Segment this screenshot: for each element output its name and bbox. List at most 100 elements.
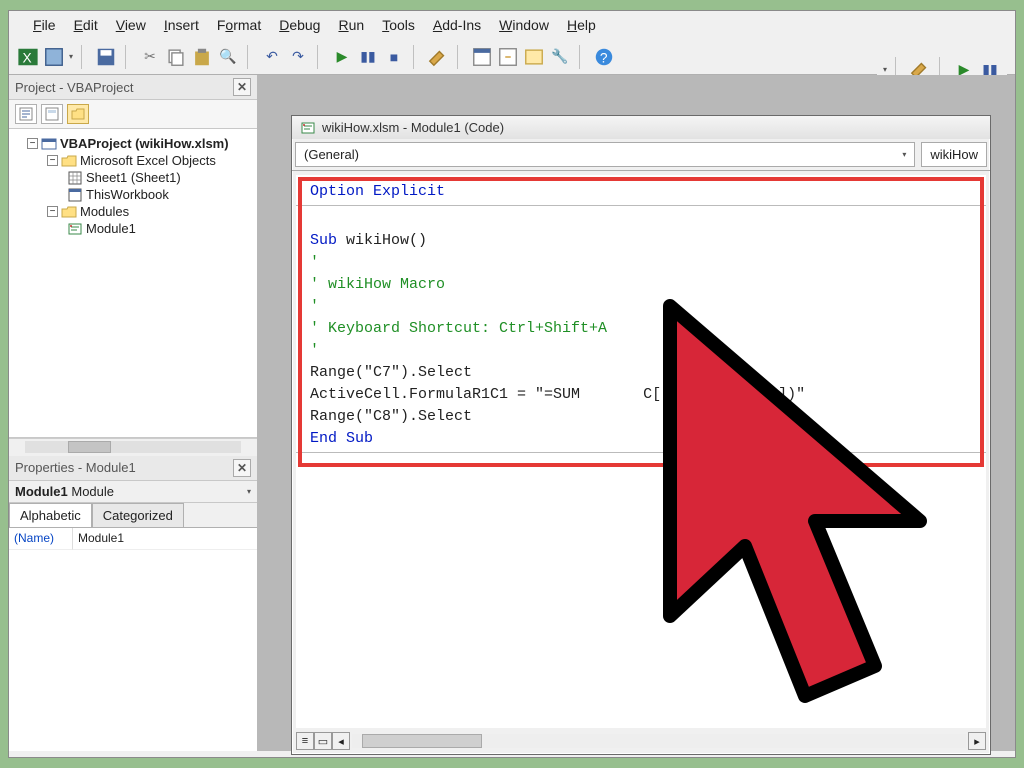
close-icon[interactable]: ✕ [233,459,251,477]
properties-window-icon[interactable] [497,46,519,68]
object-browser-icon[interactable] [523,46,545,68]
property-value[interactable]: Module1 [73,528,257,550]
tree-excel-objects-label: Microsoft Excel Objects [80,153,216,168]
project-panel-label: Project - VBAProject [15,80,134,95]
svg-text:?: ? [600,50,608,65]
vba-editor-window: File Edit View Insert Format Debug Run T… [8,10,1016,758]
menu-insert[interactable]: Insert [164,17,199,33]
paste-icon[interactable] [191,46,213,68]
copy-icon[interactable] [165,46,187,68]
tree-excel-objects[interactable]: − Microsoft Excel Objects [13,152,253,169]
menu-addins[interactable]: Add-Ins [433,17,481,33]
code-window-titlebar[interactable]: wikiHow.xlsm - Module1 (Code) [292,116,990,139]
view-code-icon[interactable] [15,104,37,124]
collapse-icon[interactable]: − [27,138,38,149]
menu-window[interactable]: Window [499,17,549,33]
dropdown-arrow-icon: ▾ [902,150,906,159]
menu-file[interactable]: File [33,17,56,33]
workbook-icon [67,188,83,202]
object-dropdown[interactable]: (General) ▾ [295,142,915,167]
code-window-dropdowns: (General) ▾ wikiHow [292,139,990,171]
properties-panel: Properties - Module1 ✕ Module1 Module ▾ … [9,456,257,752]
folder-icon [61,154,77,168]
combo-type: Module [71,484,114,499]
project-tree-scrollbar[interactable] [9,438,257,456]
folder-icon [61,205,77,219]
dropdown-arrow-icon[interactable]: ▾ [69,52,73,61]
properties-grid[interactable]: (Name) Module1 [9,527,257,752]
menu-format[interactable]: Format [217,17,261,33]
excel-icon[interactable]: X [17,46,39,68]
procedure-dropdown[interactable]: wikiHow [921,142,987,167]
properties-panel-title: Properties - Module1 ✕ [9,456,257,481]
code-window: wikiHow.xlsm - Module1 (Code) (General) … [291,115,991,755]
property-row-name[interactable]: (Name) Module1 [9,528,257,550]
properties-panel-label: Properties - Module1 [15,460,136,475]
close-icon[interactable]: ✕ [233,78,251,96]
tree-thisworkbook[interactable]: ThisWorkbook [13,186,253,203]
toolbar-overflow-icon[interactable]: ▾ [883,65,887,74]
svg-text:X: X [23,50,32,65]
vba-project-icon [41,137,57,151]
tree-module1[interactable]: Module1 [13,220,253,237]
design-mode-icon[interactable] [427,46,449,68]
code-editor[interactable]: Option Explicit Sub wikiHow() ' ' wikiHo… [296,175,986,728]
collapse-icon[interactable]: − [47,155,58,166]
full-module-view-icon[interactable]: ≡ [296,732,314,750]
module-icon [67,222,83,236]
tree-module1-label: Module1 [86,221,136,236]
scrollbar-thumb[interactable] [68,441,111,453]
tree-root[interactable]: − VBAProject (wikiHow.xlsm) [13,135,253,152]
project-panel-toolbar [9,100,257,129]
tree-modules[interactable]: − Modules [13,203,253,220]
tab-categorized[interactable]: Categorized [92,503,184,527]
main-toolbar: X ▾ ✂ 🔍 ↶ ↷ ▶ ▮▮ ■ 🔧 ? [9,39,1015,75]
collapse-icon[interactable]: − [47,206,58,217]
reset-icon[interactable]: ■ [383,46,405,68]
menu-view[interactable]: View [116,17,146,33]
procedure-view-icon[interactable]: ▭ [314,732,332,750]
menu-edit[interactable]: Edit [74,17,98,33]
help-icon[interactable]: ? [593,46,615,68]
procedure-dropdown-value: wikiHow [930,147,978,162]
project-tree[interactable]: − VBAProject (wikiHow.xlsm) − Microsoft … [9,129,257,438]
menu-run[interactable]: Run [338,17,364,33]
content-area: Project - VBAProject ✕ − VBAProject (wik… [9,75,1015,751]
menu-tools[interactable]: Tools [382,17,415,33]
module-icon [300,121,316,135]
menu-debug[interactable]: Debug [279,17,320,33]
menubar: File Edit View Insert Format Debug Run T… [9,11,1015,39]
view-object-icon[interactable] [41,104,63,124]
scrollbar-thumb[interactable] [362,734,482,748]
cut-icon[interactable]: ✂ [139,46,161,68]
object-dropdown-value: (General) [304,147,359,162]
toggle-folders-icon[interactable] [67,104,89,124]
tree-sheet1-label: Sheet1 (Sheet1) [86,170,181,185]
tree-sheet1[interactable]: Sheet1 (Sheet1) [13,169,253,186]
combo-name: Module1 [15,484,68,499]
tree-modules-label: Modules [80,204,129,219]
project-explorer-icon[interactable] [471,46,493,68]
left-sidebar: Project - VBAProject ✕ − VBAProject (wik… [9,75,257,751]
mdi-area: wikiHow.xlsm - Module1 (Code) (General) … [257,75,1015,751]
menu-help[interactable]: Help [567,17,596,33]
highlight-box [298,177,984,467]
scroll-right-icon[interactable]: ▸ [968,732,986,750]
run-icon[interactable]: ▶ [331,46,353,68]
tree-root-label: VBAProject (wikiHow.xlsm) [60,136,229,151]
project-panel-title: Project - VBAProject ✕ [9,75,257,100]
undo-icon[interactable]: ↶ [261,46,283,68]
code-scrollbar[interactable]: ≡ ▭ ◂ ▸ [296,732,986,750]
find-icon[interactable]: 🔍 [217,46,239,68]
insert-module-icon[interactable] [43,46,65,68]
code-window-title: wikiHow.xlsm - Module1 (Code) [322,120,504,135]
save-icon[interactable] [95,46,117,68]
toolbox-icon[interactable]: 🔧 [549,46,571,68]
dropdown-arrow-icon[interactable]: ▾ [247,487,251,496]
scroll-left-icon[interactable]: ◂ [332,732,350,750]
redo-icon[interactable]: ↷ [287,46,309,68]
tab-alphabetic[interactable]: Alphabetic [9,503,92,527]
properties-object-combo[interactable]: Module1 Module ▾ [9,481,257,503]
break-icon[interactable]: ▮▮ [357,46,379,68]
property-key: (Name) [9,528,73,550]
